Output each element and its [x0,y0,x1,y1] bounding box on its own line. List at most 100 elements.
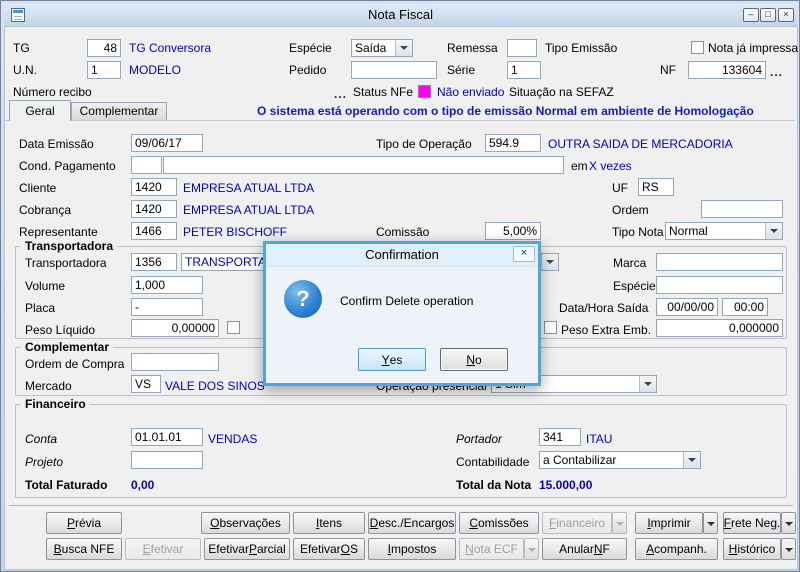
minimize-button[interactable]: – [743,8,759,22]
tipo-nota-label: Tipo Nota [612,225,664,239]
tab-complementar[interactable]: Complementar [71,102,167,120]
efetivar-parcial-button[interactable]: Efetivar Parcial [204,538,290,560]
mercado-code-field[interactable] [131,375,161,393]
placa-field[interactable] [131,298,203,316]
financeiro-button[interactable]: Financeiro [542,512,612,534]
tipo-operacao-field[interactable] [485,134,541,152]
ordem-field[interactable] [701,200,783,218]
cliente-desc: EMPRESA ATUAL LTDA [183,181,315,195]
ordem-label: Ordem [612,203,649,217]
marca-label: Marca [613,256,647,270]
remessa-field[interactable] [507,39,537,57]
imprimir-arrow-button[interactable] [703,512,718,534]
dialog-close-button[interactable]: × [513,246,535,262]
recibo-browse-dots[interactable]: ... [334,88,347,100]
historico-button[interactable]: Histórico [723,538,781,560]
contabilidade-select[interactable]: a Contabilizar [539,451,701,469]
acompanh-button[interactable]: Acompanh. [635,538,718,560]
especie-transp-label: Espécie [613,279,656,293]
peso-extra-checkbox[interactable] [544,321,557,334]
comissao-label: Comissão [376,225,430,239]
tab-panel-border [5,120,795,121]
busca-nfe-button[interactable]: Busca NFE [46,538,122,560]
nota-ja-impressa-label: Nota já impressa [708,41,799,55]
comissao-field[interactable] [485,222,541,240]
peso-extra-field[interactable] [656,319,783,337]
em-label: em [571,159,588,173]
financeiro-group-label: Financeiro [21,397,90,411]
peso-liquido-checkbox[interactable] [227,321,240,334]
uf-field[interactable] [638,178,674,196]
ordem-compra-field[interactable] [131,353,219,371]
close-button[interactable]: × [778,8,794,22]
historico-arrow-button[interactable] [781,538,796,560]
peso-liquido-field[interactable] [131,319,219,337]
impostos-button[interactable]: Impostos [368,538,456,560]
total-da-nota-label: Total da Nota [456,478,532,492]
imprimir-button[interactable]: Imprimir [635,512,703,534]
placa-label: Placa [25,301,56,315]
maximize-button[interactable]: □ [760,8,776,22]
observacoes-button[interactable]: Observações [201,512,290,534]
nf-browse-dots[interactable]: ... [770,66,783,78]
cond-pagamento-desc-field[interactable] [163,156,564,174]
un-code-field[interactable] [87,61,121,79]
serie-field[interactable] [507,61,541,79]
especie-select[interactable]: Saída [351,39,413,57]
representante-desc: PETER BISCHOFF [183,225,288,239]
frete-neg-arrow-button[interactable] [781,512,796,534]
volume-field[interactable] [131,276,203,294]
tipo-nota-value: Normal [669,224,708,238]
pedido-field[interactable] [351,61,437,79]
portador-desc: ITAU [586,432,613,446]
hora-saida-field[interactable] [722,298,768,316]
frete-neg-button[interactable]: Frete Neg. [723,512,781,534]
projeto-field[interactable] [131,451,203,469]
especie-label: Espécie [289,41,332,55]
efetivar-os-button[interactable]: Efetivar OS [293,538,365,560]
nota-ecf-button[interactable]: Nota ECF [459,538,524,560]
un-label: U.N. [13,63,37,77]
yes-button[interactable]: Yes [358,348,426,371]
peso-extra-label: Peso Extra Emb. [561,323,652,337]
financeiro-arrow-button[interactable] [612,512,627,534]
cliente-code-field[interactable] [131,178,177,196]
nota-ecf-arrow-button[interactable] [524,538,539,560]
comissoes-button[interactable]: Comissões [459,512,539,534]
projeto-label: Projeto [25,455,64,469]
data-emissao-field[interactable] [131,134,203,152]
especie-transp-field[interactable] [656,276,783,294]
desc-encargos-button[interactable]: Desc./Encargos [368,512,456,534]
tg-desc: TG Conversora [129,41,212,55]
especie-value: Saída [355,41,387,55]
ordem-compra-label: Ordem de Compra [25,357,125,371]
nota-ja-impressa-checkbox[interactable] [691,41,704,54]
mercado-label: Mercado [25,379,72,393]
numero-recibo-label: Número recibo [13,85,92,99]
conta-code-field[interactable] [131,428,203,446]
total-faturado-label: Total Faturado [25,478,108,492]
data-saida-field[interactable] [656,298,718,316]
portador-code-field[interactable] [539,428,581,446]
anular-nf-button[interactable]: Anular NF [542,538,627,560]
representante-code-field[interactable] [131,222,177,240]
status-nfe-color-swatch [418,85,431,98]
previa-button[interactable]: Prévia [46,512,122,534]
cond-pagamento-code-field[interactable] [131,156,162,174]
itens-button[interactable]: Itens [293,512,365,534]
cobranca-code-field[interactable] [131,200,177,218]
nf-field[interactable] [688,61,766,79]
titlebar[interactable]: Nota Fiscal – □ × [4,4,797,26]
transportadora-label: Transportadora [25,256,107,270]
marca-field[interactable] [656,253,783,271]
tipo-nota-select[interactable]: Normal [665,222,783,240]
chevron-down-icon [639,376,656,392]
no-button[interactable]: No [440,348,508,371]
status-nfe-value: Não enviado [437,85,505,99]
transportadora-code-field[interactable] [131,253,177,271]
chevron-down-icon [683,452,700,468]
efetivar-button[interactable]: Efetivar [125,538,201,560]
tab-geral[interactable]: Geral [9,100,71,121]
tg-code-field[interactable] [87,39,121,57]
remessa-label: Remessa [447,41,498,55]
